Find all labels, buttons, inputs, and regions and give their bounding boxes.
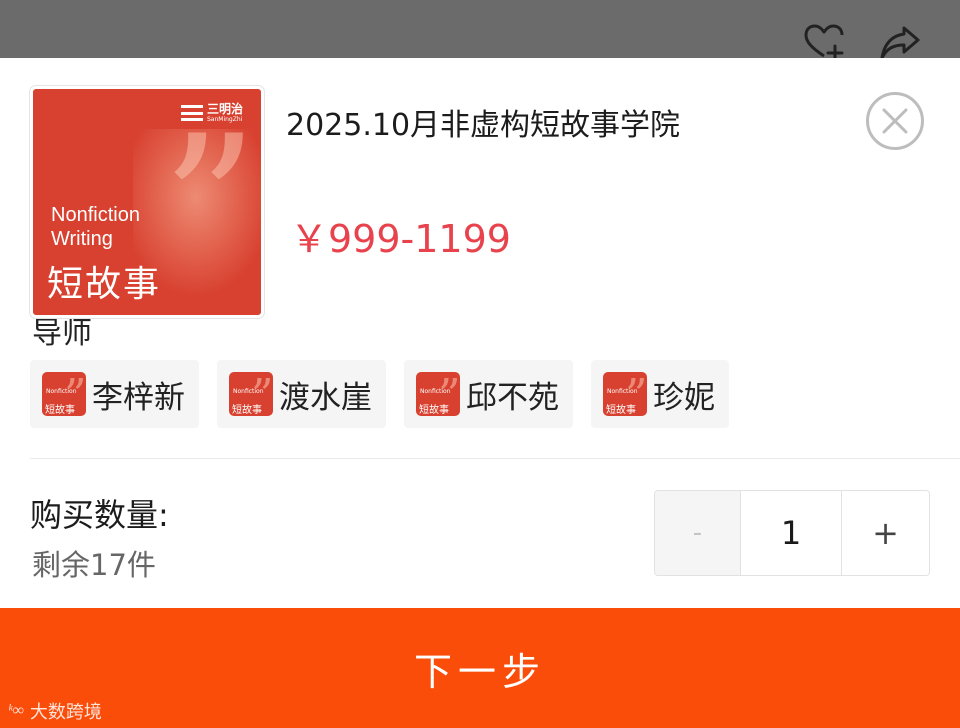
next-step-label: 下一步 — [413, 649, 546, 694]
mentor-option[interactable]: ” Nonfiction 短故事 邱不苑 — [404, 360, 573, 428]
increase-button[interactable]: + — [842, 491, 929, 575]
mentor-name: 渡水崖 — [279, 379, 372, 416]
quantity-label: 购买数量: — [30, 496, 169, 534]
stock-remaining: 剩余17件 — [32, 548, 156, 582]
mentor-thumbnail: ” Nonfiction 短故事 — [416, 372, 460, 416]
close-button[interactable] — [866, 92, 924, 150]
quantity-input[interactable]: 1 — [741, 491, 842, 575]
divider — [30, 458, 960, 459]
quote-mark-icon: ” — [161, 95, 259, 316]
decrease-button[interactable]: - — [655, 491, 741, 575]
mentor-thumbnail: ” Nonfiction 短故事 — [229, 372, 273, 416]
brand-logo: 三明治 SanMingZhi — [181, 103, 243, 123]
watermark-text: 大数跨境 — [29, 702, 102, 723]
mentor-name: 珍妮 — [653, 379, 715, 416]
cover-english-title: Nonfiction Writing — [51, 204, 140, 250]
mentor-option[interactable]: ” Nonfiction 短故事 李梓新 — [30, 360, 199, 428]
purchase-sheet: ” 三明治 SanMingZhi Nonfiction Writing 短故事 … — [0, 58, 960, 728]
mentor-name: 李梓新 — [92, 379, 185, 416]
product-title: 2025.10月非虚构短故事学院 — [286, 108, 681, 143]
mentor-thumbnail: ” Nonfiction 短故事 — [603, 372, 647, 416]
quantity-stepper: - 1 + — [654, 490, 930, 576]
mentor-thumbnail: ” Nonfiction 短故事 — [42, 372, 86, 416]
product-cover-image: ” 三明治 SanMingZhi Nonfiction Writing 短故事 — [30, 86, 264, 318]
close-icon — [882, 108, 908, 134]
next-step-button[interactable]: 下一步 — [0, 608, 960, 728]
mentor-option[interactable]: ” Nonfiction 短故事 渡水崖 — [217, 360, 386, 428]
mentor-list: ” Nonfiction 短故事 李梓新 ” Nonfiction 短故事 渡水… — [30, 360, 729, 428]
mentor-name: 邱不苑 — [466, 379, 559, 416]
price-range: ￥999-1199 — [290, 217, 511, 261]
watermark: ᵏ∞ 大数跨境 — [8, 698, 102, 724]
cover-chinese-title: 短故事 — [47, 264, 162, 305]
mentor-option[interactable]: ” Nonfiction 短故事 珍妮 — [591, 360, 729, 428]
watermark-logo-icon: ᵏ∞ — [8, 702, 24, 719]
